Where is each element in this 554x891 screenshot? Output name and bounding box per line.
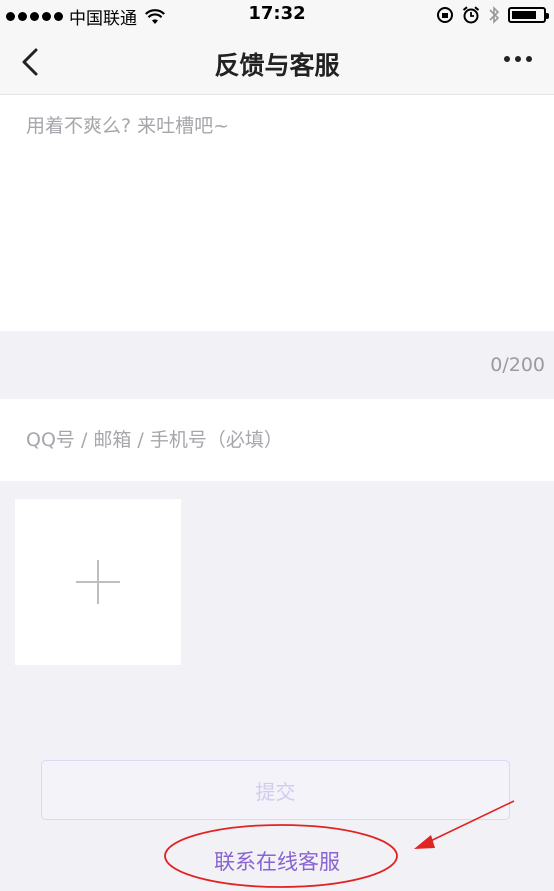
feedback-textarea[interactable]	[0, 95, 554, 331]
submit-button[interactable]: 提交	[41, 760, 510, 820]
contact-field	[0, 399, 554, 481]
nav-bar: 反馈与客服	[0, 30, 554, 95]
contact-service-link[interactable]: 联系在线客服	[0, 846, 554, 876]
page-title: 反馈与客服	[214, 51, 340, 80]
contact-input[interactable]	[0, 399, 554, 481]
more-dot-icon	[526, 56, 532, 62]
bluetooth-icon	[489, 6, 500, 24]
status-bar: 中国联通 17:32	[0, 0, 554, 30]
alarm-icon	[462, 6, 480, 24]
more-options-button[interactable]	[504, 56, 532, 62]
status-right	[436, 5, 549, 25]
feedback-area	[0, 95, 554, 331]
more-dot-icon	[515, 56, 521, 62]
more-dot-icon	[504, 56, 510, 62]
add-image-button[interactable]	[15, 499, 181, 665]
plus-icon	[97, 560, 99, 604]
character-counter: 0/200	[490, 354, 545, 376]
rotation-lock-icon	[437, 7, 453, 23]
battery-icon	[508, 7, 549, 23]
